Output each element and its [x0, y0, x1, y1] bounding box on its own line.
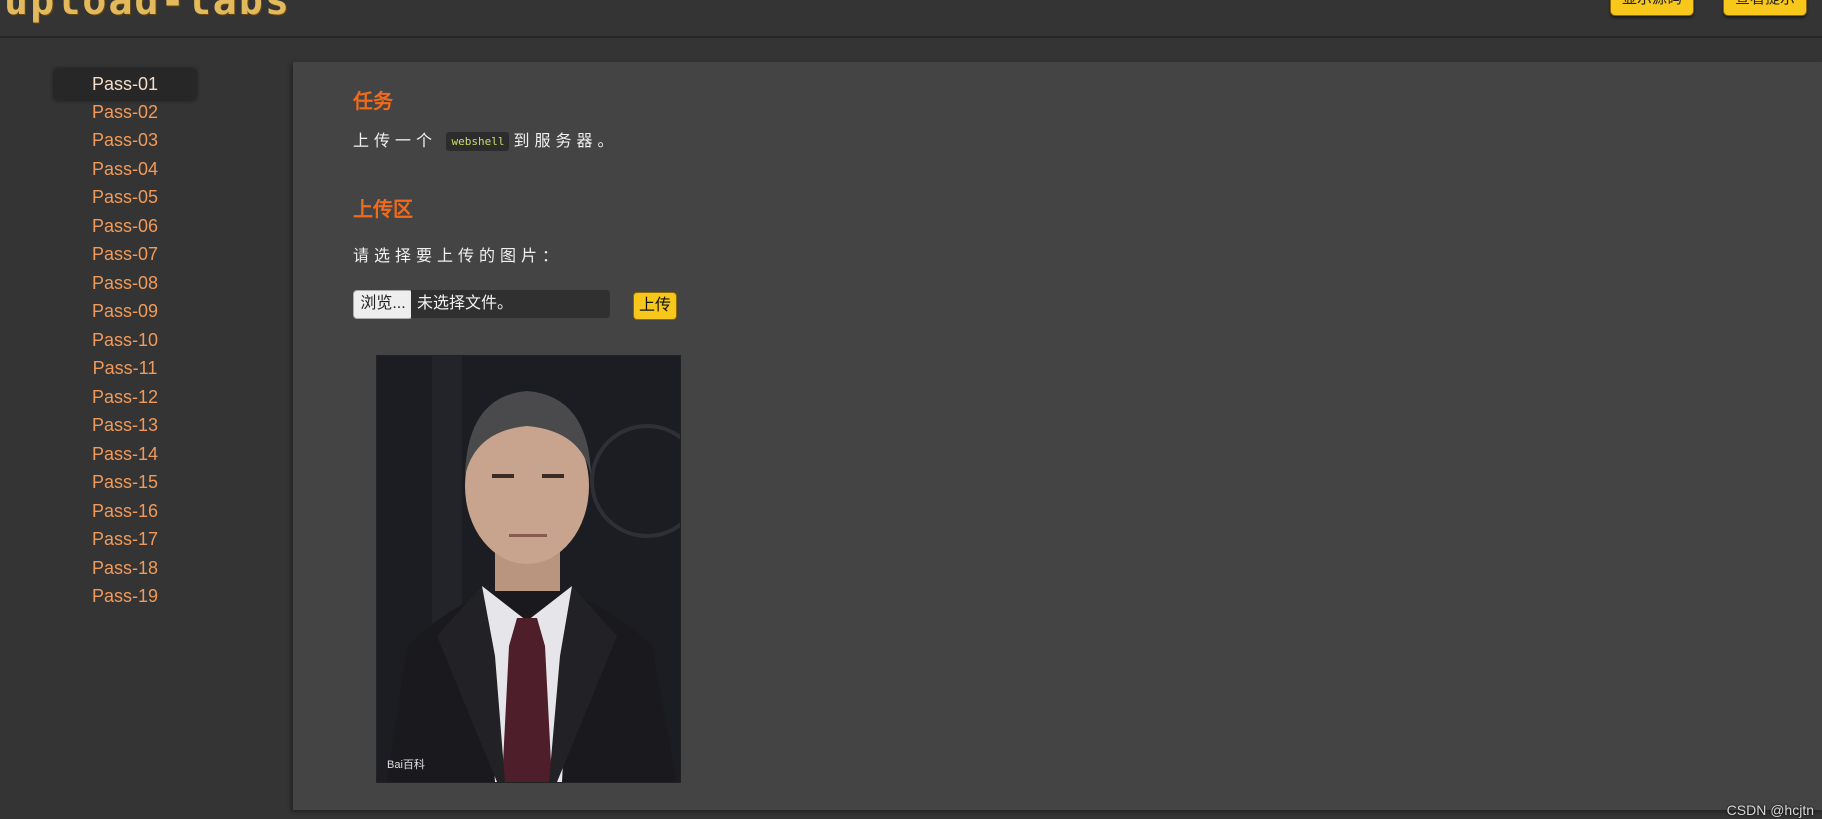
task-text-before: 上传一个: [353, 133, 438, 150]
content-panel: 任务 上传一个 webshell 到服务器。 上传区 请选择要上传的图片： 浏览.…: [293, 62, 1822, 810]
uploaded-image: Bai百科: [376, 355, 681, 783]
file-status[interactable]: 未选择文件。: [411, 290, 610, 318]
sidebar-item-pass-02[interactable]: Pass-02: [54, 98, 196, 127]
webshell-code: webshell: [446, 132, 510, 151]
sidebar-item-pass-14[interactable]: Pass-14: [54, 440, 196, 469]
sidebar-item-pass-16[interactable]: Pass-16: [54, 497, 196, 526]
top-header: upload-labs 显示源码 查看提示: [0, 0, 1822, 38]
sidebar-item-pass-09[interactable]: Pass-09: [54, 297, 196, 326]
file-input[interactable]: 浏览... 未选择文件。 上传: [353, 290, 753, 320]
sidebar-item-pass-01[interactable]: Pass-01: [54, 69, 196, 100]
sidebar-item-pass-11[interactable]: Pass-11: [54, 354, 196, 383]
sidebar-item-pass-07[interactable]: Pass-07: [54, 240, 196, 269]
csdn-watermark: CSDN @hcjtn: [1726, 802, 1814, 818]
portrait-photo: Bai百科: [377, 356, 680, 782]
sidebar-item-pass-08[interactable]: Pass-08: [54, 269, 196, 298]
show-hint-button[interactable]: 查看提示: [1723, 0, 1807, 16]
sidebar-item-pass-04[interactable]: Pass-04: [54, 155, 196, 184]
sidebar-item-pass-12[interactable]: Pass-12: [54, 383, 196, 412]
sidebar-item-pass-18[interactable]: Pass-18: [54, 554, 196, 583]
sidebar-item-pass-05[interactable]: Pass-05: [54, 183, 196, 212]
sidebar-item-pass-13[interactable]: Pass-13: [54, 411, 196, 440]
image-watermark: Bai百科: [387, 757, 425, 771]
sidebar-item-pass-10[interactable]: Pass-10: [54, 326, 196, 355]
sidebar-item-pass-06[interactable]: Pass-06: [54, 212, 196, 241]
site-logo[interactable]: upload-labs: [4, 0, 291, 24]
task-text-after: 到服务器。: [513, 133, 619, 150]
sidebar-nav: Pass-01 Pass-02 Pass-03 Pass-04 Pass-05 Pass-…: [54, 69, 196, 611]
task-heading: 任务: [353, 91, 393, 113]
browse-button[interactable]: 浏览...: [353, 290, 413, 319]
sidebar-item-pass-19[interactable]: Pass-19: [54, 582, 196, 611]
upload-prompt: 请选择要上传的图片：: [353, 248, 564, 265]
sidebar-item-pass-17[interactable]: Pass-17: [54, 525, 196, 554]
sidebar-item-pass-15[interactable]: Pass-15: [54, 468, 196, 497]
upload-heading: 上传区: [353, 199, 413, 221]
show-source-button[interactable]: 显示源码: [1610, 0, 1694, 16]
task-description: 上传一个 webshell 到服务器。: [353, 127, 618, 151]
sidebar-item-pass-03[interactable]: Pass-03: [54, 126, 196, 155]
upload-button[interactable]: 上传: [633, 292, 677, 320]
